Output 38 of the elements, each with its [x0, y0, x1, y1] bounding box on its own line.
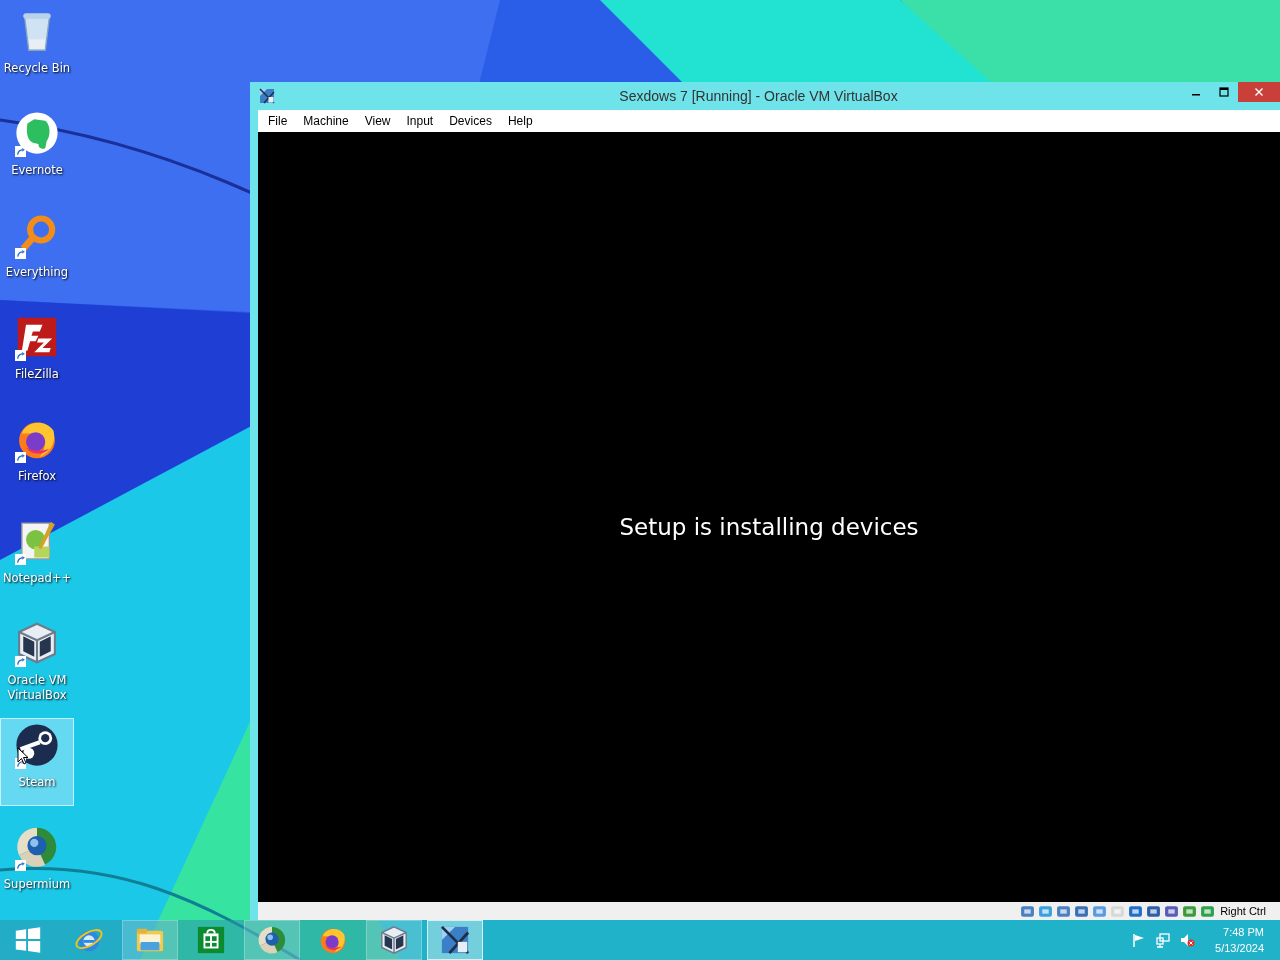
desktop-icon[interactable]: Recycle Bin	[0, 4, 74, 92]
window-pane-icon	[259, 88, 275, 104]
desktop-icon[interactable]: Everything	[0, 208, 74, 296]
menu-item[interactable]: View	[356, 114, 399, 128]
minimize-icon	[1192, 94, 1200, 96]
menu-item[interactable]: Machine	[295, 114, 357, 128]
menu-item[interactable]: File	[260, 114, 296, 128]
icon-label: Recycle Bin	[3, 61, 71, 76]
piston-circle-icon	[15, 723, 59, 767]
icon-label: FileZilla	[15, 367, 59, 382]
icon-label: Notepad++	[2, 571, 72, 586]
icon-label: Steam	[18, 775, 56, 790]
cube-icon	[379, 925, 409, 955]
host-key-label: Right Ctrl	[1220, 905, 1266, 917]
maximize-icon	[1219, 87, 1229, 97]
icon-label: Firefox	[17, 469, 57, 484]
cube-icon	[15, 621, 59, 665]
speaker-muted-icon[interactable]	[1179, 932, 1196, 948]
setup-message: Setup is installing devices	[619, 514, 919, 540]
menu-item[interactable]: Help	[499, 114, 541, 128]
desktop-icon[interactable]: FileZilla	[0, 310, 74, 398]
cursor-icon	[17, 747, 29, 765]
taskbar-button[interactable]	[366, 920, 422, 960]
menu-item[interactable]: Devices	[441, 114, 500, 128]
start-icon	[13, 925, 43, 955]
icon-label: Everything	[5, 265, 69, 280]
icon-label: Evernote	[11, 163, 63, 178]
icon-label: Oracle VM VirtualBox	[6, 673, 68, 703]
clock-date: 5/13/2024	[1215, 941, 1264, 956]
close-icon	[1254, 87, 1264, 97]
clock-time: 7:48 PM	[1223, 925, 1264, 940]
icon-label: Supermium	[3, 877, 71, 892]
menu-item[interactable]: Input	[398, 114, 442, 128]
elephant-icon	[15, 111, 59, 155]
desktop-icon[interactable]: Evernote	[0, 106, 74, 194]
window-title: Sexdows 7 [Running] - Oracle VM VirtualBox	[618, 88, 899, 104]
desktop-icon[interactable]: Firefox	[0, 412, 74, 500]
taskbar-button[interactable]	[427, 920, 483, 960]
